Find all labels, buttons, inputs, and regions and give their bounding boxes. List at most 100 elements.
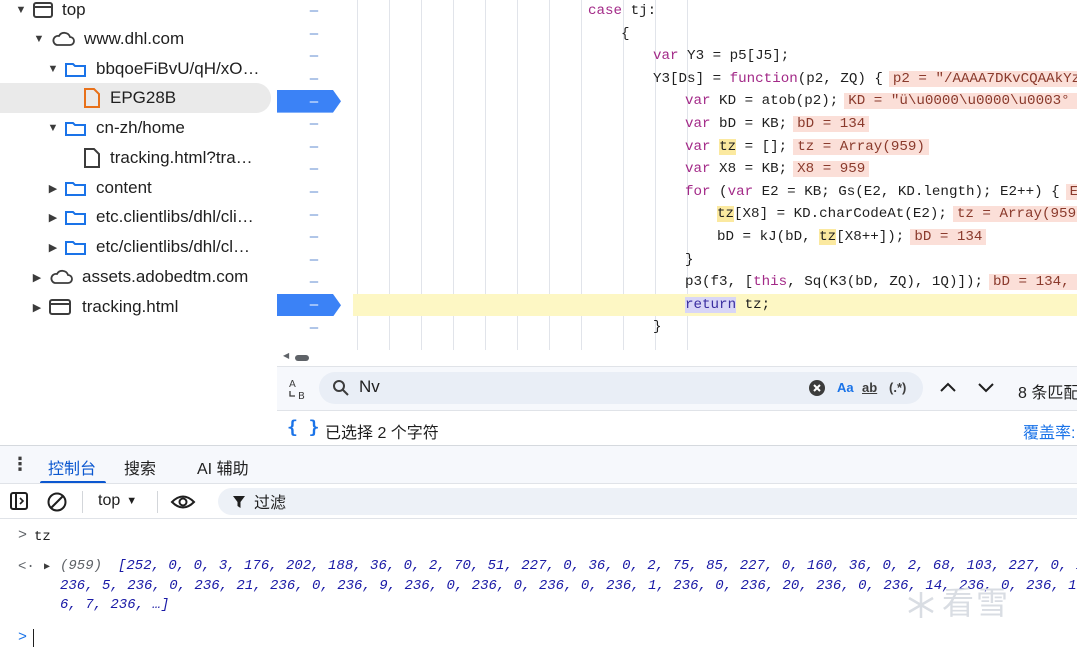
tree-item-label: etc.clientlibs/dhl/cli… [96, 207, 254, 226]
more-menu-icon[interactable]: ⋮ [11, 454, 29, 475]
whole-word-toggle[interactable]: ab [862, 380, 877, 395]
line-gutter[interactable]: – – – – – – – – – – – – – – – [277, 0, 351, 350]
tree-item-folder[interactable]: ▶ content [0, 173, 271, 203]
tree-item-file[interactable]: tracking.html?tra… [0, 143, 271, 173]
code-line: p3(f3, [this, Sq(K3(bD, ZQ), 1Q)]); bD = … [353, 271, 1077, 294]
clear-console-icon[interactable] [46, 491, 68, 513]
code-line-paused: return tz; [353, 293, 1077, 317]
tree-item-top[interactable]: ▼ top [0, 0, 271, 25]
context-selector[interactable]: top ▼ [98, 484, 137, 518]
code-line: bD = kJ(bD, tz[X8++]); bD = 134 [353, 226, 1077, 249]
tree-item-file-selected[interactable]: EPG28B [0, 83, 271, 113]
tree-item-frame[interactable]: ▶ tracking.html [0, 292, 271, 322]
tree-item-domain[interactable]: ▶ assets.adobedtm.com [0, 262, 271, 292]
expand-right-icon[interactable]: ▶ [30, 271, 44, 284]
gutter-mark[interactable]: – [277, 271, 351, 294]
code-line: var tz = []; tz = Array(959) [353, 136, 1077, 159]
eye-icon[interactable] [170, 492, 196, 512]
frame-icon [49, 299, 71, 315]
tree-item-folder[interactable]: ▼ bbqoeFiBvU/qH/xO… [0, 54, 271, 84]
code-line: } [353, 316, 1077, 339]
expand-right-icon[interactable]: ▶ [46, 211, 60, 224]
gutter-mark[interactable]: – [277, 0, 351, 23]
tab-search[interactable]: 搜索 [124, 455, 156, 479]
pretty-print-icon[interactable]: { } [287, 417, 320, 438]
tree-item-folder[interactable]: ▼ cn-zh/home [0, 113, 271, 143]
expand-result-icon[interactable]: ▶ [44, 561, 50, 573]
filter-icon [233, 496, 245, 508]
expand-down-icon[interactable]: ▼ [14, 4, 28, 16]
expand-right-icon[interactable]: ▶ [46, 182, 60, 195]
gutter-mark[interactable]: – [277, 45, 351, 68]
gutter-mark: – [309, 297, 319, 314]
filter-input[interactable] [218, 488, 1077, 515]
keyword: var [685, 116, 711, 132]
code-editor[interactable]: – – – – – – – – – – – – – – – case tj: {… [277, 0, 1077, 366]
tab-console[interactable]: 控制台 [48, 455, 96, 479]
code-token: tz; [736, 296, 771, 313]
search-bar: AB Nv Aa ab (.*) 8 条匹配 [277, 366, 1077, 410]
code-area[interactable]: case tj: { var Y3 = p5[J5]; Y3[Ds] = fun… [353, 0, 1077, 350]
match-case-toggle[interactable]: Aa [837, 380, 854, 395]
keyword: return [685, 296, 737, 313]
expand-down-icon[interactable]: ▼ [46, 63, 60, 75]
tree-item-label: content [96, 178, 152, 197]
expand-right-icon[interactable]: ▶ [46, 241, 60, 254]
gutter-mark[interactable]: – [277, 316, 351, 339]
horizontal-scrollbar[interactable]: ◀ [277, 350, 1077, 366]
gutter-mark[interactable]: – [277, 23, 351, 46]
expand-down-icon[interactable]: ▼ [32, 33, 46, 45]
selection-info: 已选择 2 个字符 [325, 425, 439, 442]
file-icon [84, 88, 100, 108]
drawer-tab-bar: ⋮ 控制台 搜索 AI 辅助 [0, 445, 1077, 484]
keyword: var [685, 161, 711, 178]
chevron-up-icon[interactable] [939, 380, 957, 394]
snowflake-icon [908, 592, 934, 618]
code-token: . [653, 342, 662, 350]
gutter-mark[interactable]: – [277, 158, 351, 181]
code-token: { [621, 25, 630, 42]
breakpoint-marker[interactable]: – [277, 293, 351, 317]
gutter-mark[interactable]: – [277, 226, 351, 249]
keyword: for [685, 183, 711, 200]
code-line: . [353, 339, 1077, 350]
inline-value: KD = "ü\u0000\u0000\u0003° Ê [844, 93, 1077, 110]
gutter-mark[interactable]: – [277, 136, 351, 159]
sidebar-toggle-icon[interactable] [9, 491, 29, 511]
inline-value: X8 = 959 [793, 161, 870, 178]
gutter-mark[interactable]: – [277, 113, 351, 136]
tree-item-label: etc/clientlibs/dhl/cl… [96, 237, 251, 256]
expand-right-icon[interactable]: ▶ [30, 301, 44, 314]
search-input[interactable]: Nv Aa ab (.*) [319, 372, 923, 404]
coverage-link[interactable]: 覆盖率: [1023, 419, 1075, 443]
code-line: for (var E2 = KB; Gs(E2, KD.length); E2+… [353, 181, 1077, 204]
gutter-mark[interactable]: – [277, 68, 351, 91]
toolbar-divider [82, 491, 83, 513]
tree-item-label: www.dhl.com [84, 29, 185, 48]
clear-search-icon[interactable] [808, 379, 826, 397]
console-caret[interactable] [33, 629, 34, 647]
gutter-mark[interactable]: – [277, 203, 351, 226]
code-token: E2 = KB; Gs(E2, KD.length); E2++) { [753, 183, 1060, 200]
gutter-mark[interactable]: – [277, 249, 351, 272]
regex-toggle[interactable]: (.*) [889, 380, 906, 395]
editor-status-bar: { } 已选择 2 个字符 覆盖率: [277, 410, 1077, 445]
tab-ai-assist[interactable]: AI 辅助 [197, 455, 249, 479]
tree-item-domain[interactable]: ▼ www.dhl.com [0, 24, 271, 54]
gutter-mark[interactable]: – [277, 181, 351, 204]
chevron-down-icon[interactable] [977, 380, 995, 394]
code-token: } [685, 251, 694, 268]
tree-item-folder[interactable]: ▶ etc.clientlibs/dhl/cli… [0, 202, 271, 232]
array-length: (959) [60, 558, 103, 574]
inline-value: E2 [1065, 183, 1077, 200]
code-line: Y3[Ds] = function(p2, ZQ) {p2 = "/AAAA7D… [353, 68, 1077, 91]
scroll-left-icon[interactable]: ◀ [283, 351, 289, 360]
tree-item-folder[interactable]: ▶ etc/clientlibs/dhl/cl… [0, 232, 271, 262]
case-replace-icon[interactable]: AB [287, 377, 311, 401]
breakpoint-marker[interactable]: – [277, 90, 351, 113]
inline-value: bD = 134, Z [989, 274, 1077, 291]
expand-down-icon[interactable]: ▼ [46, 122, 60, 134]
search-highlight: tz [717, 206, 735, 223]
code-line: tz[X8] = KD.charCodeAt(E2); tz = Array(95… [353, 203, 1077, 226]
scrollbar-thumb[interactable] [295, 355, 309, 361]
